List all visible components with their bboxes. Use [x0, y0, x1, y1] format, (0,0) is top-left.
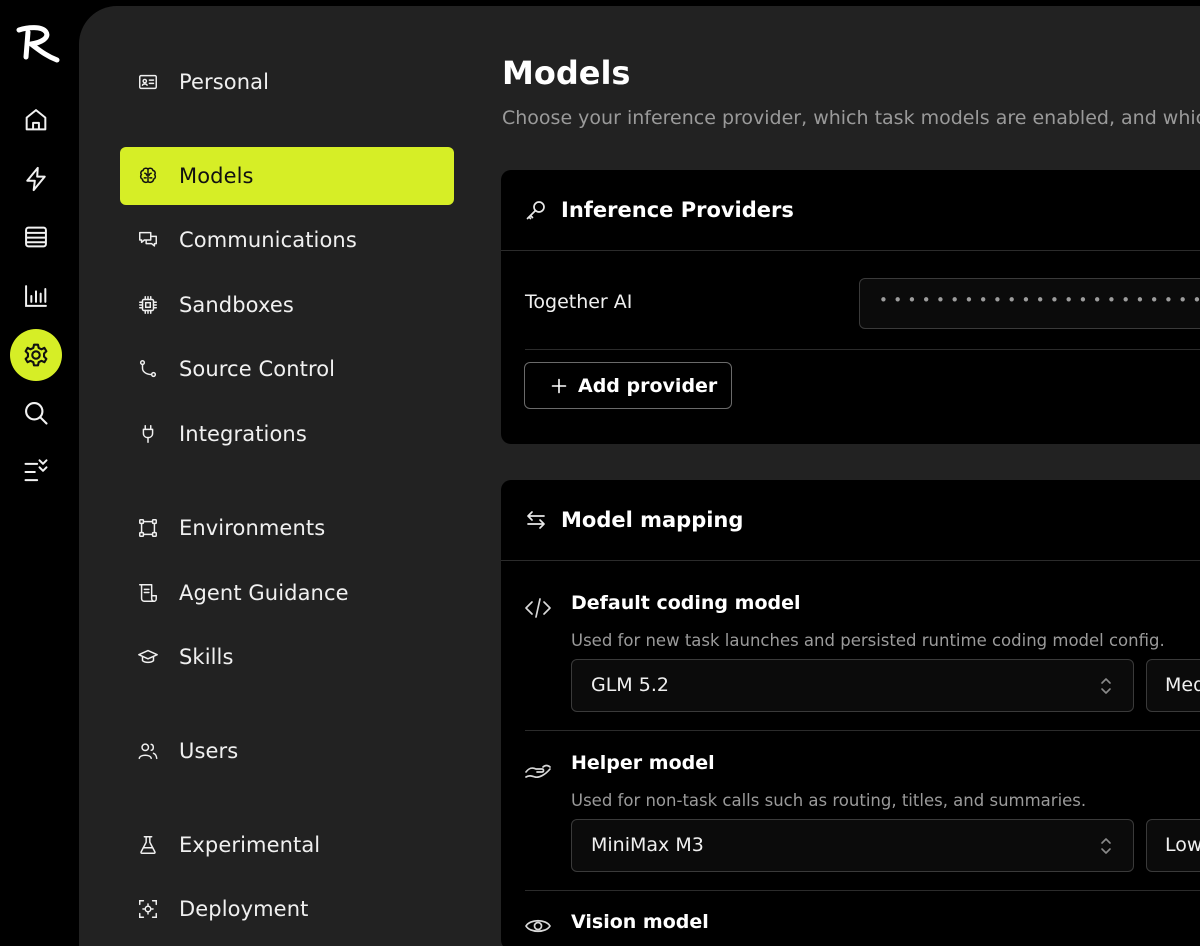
rail-settings-button[interactable]	[10, 329, 62, 381]
api-key-input[interactable]: ••••••••••••••••••••••••	[859, 278, 1200, 329]
flask-icon	[140, 836, 156, 854]
nav-item-personal[interactable]: Personal	[120, 53, 454, 111]
users-icon	[138, 743, 158, 760]
nav-item-deployment[interactable]: Deployment	[120, 880, 454, 938]
nav-label: Source Control	[179, 357, 336, 381]
nav-label: Deployment	[179, 897, 309, 921]
id-card-icon	[139, 74, 157, 90]
chevron-up-down-icon	[1101, 838, 1111, 854]
swap-arrows-icon	[527, 511, 545, 529]
add-provider-label: Add provider	[578, 374, 718, 397]
rail-activity-button[interactable]	[10, 153, 62, 205]
model-row-title: Helper model	[571, 752, 715, 774]
bar-chart-icon	[25, 285, 47, 307]
select-value: MiniMax M3	[591, 834, 704, 856]
brain-icon	[139, 167, 157, 184]
nav-item-experimental[interactable]: Experimental	[120, 816, 454, 874]
plug-icon	[142, 425, 154, 443]
nav-item-sandboxes[interactable]: Sandboxes	[120, 276, 454, 334]
page-description: Choose your inference provider, which ta…	[502, 107, 1200, 129]
brand-logo-icon[interactable]	[14, 24, 60, 64]
model-mapping-card: Model mapping Default coding model Used …	[501, 480, 1200, 946]
nav-item-integrations[interactable]: Integrations	[120, 405, 454, 463]
nav-label: Communications	[179, 228, 357, 252]
coding-effort-select[interactable]: Med	[1146, 659, 1200, 712]
model-row-description: Used for non-task calls such as routing,…	[571, 791, 1087, 810]
nav-label: Environments	[179, 516, 326, 540]
nav-item-environments[interactable]: Environments	[120, 499, 454, 557]
eye-icon	[525, 919, 551, 933]
rail-tasks-button[interactable]	[10, 446, 62, 498]
model-row-title: Vision model	[571, 911, 709, 933]
helper-hand-icon	[525, 764, 551, 779]
nav-label: Personal	[179, 70, 270, 94]
add-provider-button[interactable]: Add provider	[524, 362, 732, 409]
rail-search-button[interactable]	[10, 387, 62, 439]
nav-item-models[interactable]: Models	[120, 147, 454, 205]
api-key-value: ••••••••••••••••••••••••	[879, 291, 1200, 309]
git-branch-icon	[139, 360, 157, 378]
page-title: Models	[502, 54, 631, 92]
card-header: Model mapping	[501, 480, 1200, 561]
rail-analytics-button[interactable]	[10, 270, 62, 322]
deployment-icon	[139, 900, 157, 918]
plus-icon	[551, 378, 567, 393]
chevron-up-down-icon	[1101, 678, 1111, 694]
select-value: Med	[1165, 674, 1200, 696]
provider-name: Together AI	[525, 291, 633, 313]
bolt-icon	[26, 166, 46, 192]
card-header: Inference Providers	[501, 170, 1200, 251]
scroll-icon	[139, 584, 157, 602]
home-icon	[25, 109, 47, 131]
table-icon	[25, 226, 47, 248]
rail-list-button[interactable]	[10, 211, 62, 263]
coding-model-select[interactable]: GLM 5.2	[571, 659, 1134, 712]
model-row-title: Default coding model	[571, 592, 801, 614]
inference-providers-card: Inference Providers Together AI ••••••••…	[501, 170, 1200, 444]
helper-model-select[interactable]: MiniMax M3	[571, 819, 1134, 872]
frame-icon	[139, 519, 157, 537]
graduation-cap-icon	[138, 649, 158, 664]
nav-label: Agent Guidance	[179, 581, 349, 605]
helper-effort-select[interactable]: Low	[1146, 819, 1200, 872]
icon-rail	[0, 0, 72, 925]
nav-label: Experimental	[179, 833, 321, 857]
select-value: GLM 5.2	[591, 674, 669, 696]
nav-label: Skills	[179, 645, 234, 669]
nav-item-agent-guidance[interactable]: Agent Guidance	[120, 564, 454, 622]
rail-home-button[interactable]	[10, 94, 62, 146]
checklist-icon	[24, 459, 48, 482]
nav-label: Sandboxes	[179, 293, 294, 317]
select-value: Low	[1165, 834, 1200, 856]
divider	[525, 730, 1200, 731]
nav-item-source-control[interactable]: Source Control	[120, 340, 454, 398]
divider	[525, 349, 1200, 350]
chat-bubbles-icon	[139, 231, 157, 247]
nav-label: Users	[179, 739, 239, 763]
nav-item-communications[interactable]: Communications	[120, 211, 454, 269]
nav-item-skills[interactable]: Skills	[120, 628, 454, 686]
nav-label: Integrations	[179, 422, 307, 446]
card-title: Inference Providers	[561, 198, 794, 222]
key-icon	[526, 201, 545, 220]
code-icon	[525, 598, 551, 618]
nav-label: Models	[179, 164, 254, 188]
card-title: Model mapping	[561, 508, 744, 532]
divider	[525, 890, 1200, 891]
nav-item-users[interactable]: Users	[120, 722, 454, 780]
search-icon	[25, 402, 48, 425]
gear-icon	[24, 343, 48, 367]
chip-icon	[139, 296, 157, 314]
settings-panel: Personal Models Communications Sandboxes	[79, 6, 1200, 946]
model-row-description: Used for new task launches and persisted…	[571, 631, 1165, 650]
